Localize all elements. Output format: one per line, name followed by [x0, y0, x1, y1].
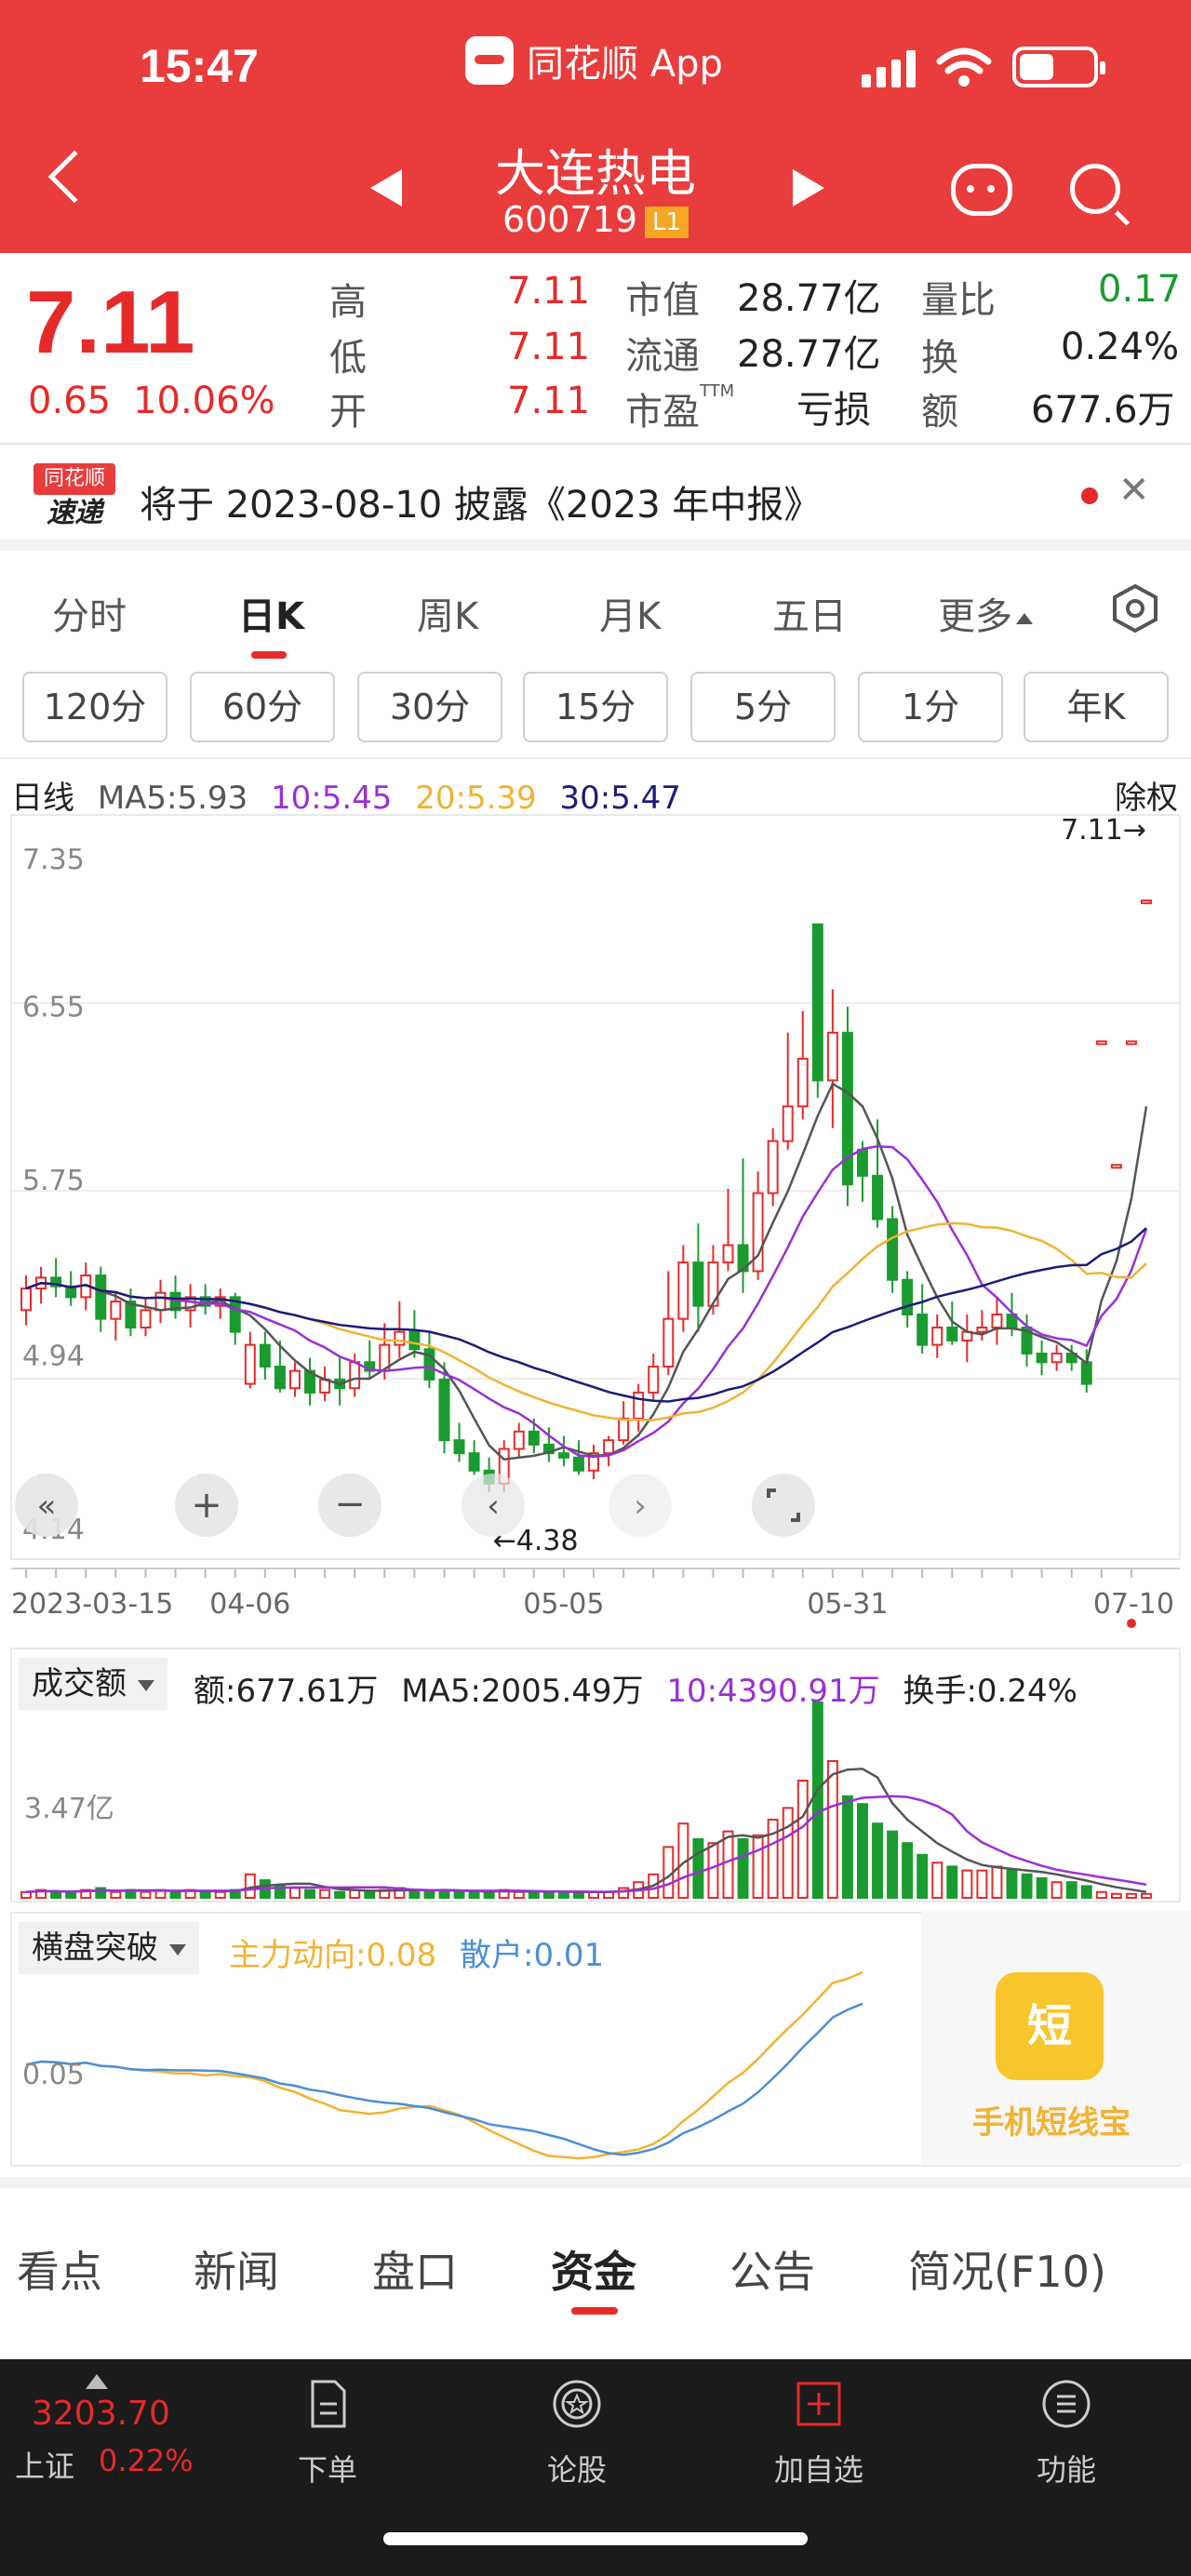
- svg-text:«: «: [37, 1488, 57, 1525]
- volume-turnover: 换手:0.24%: [903, 1673, 1077, 1710]
- volume-ma10: 10:4390.91万: [666, 1673, 880, 1710]
- scroll-left-button[interactable]: ‹: [462, 1474, 525, 1537]
- indicator-legend: 主力动向:0.08 散户:0.01: [229, 1929, 617, 1975]
- short-line-promo[interactable]: 短 手机短线宝: [921, 1911, 1191, 2164]
- zoom-out-button[interactable]: −: [318, 1474, 381, 1537]
- scroll-right-button[interactable]: ›: [609, 1474, 672, 1537]
- volume-legend: 额:677.61万 MA5:2005.49万 10:4390.91万 换手:0.…: [194, 1665, 1091, 1711]
- active-tab-indicator: [571, 2307, 618, 2315]
- indicator-dropdown[interactable]: 横盘突破: [19, 1922, 199, 1974]
- nav-discuss[interactable]: 论股: [502, 2378, 651, 2489]
- main-force-value: 主力动向:0.08: [229, 1937, 437, 1974]
- nav-label: 论股: [546, 2452, 607, 2488]
- tab-news[interactable]: 新闻: [194, 2238, 279, 2300]
- tab-funds[interactable]: 资金: [551, 2238, 636, 2300]
- tab-f10[interactable]: 简况(F10): [908, 2238, 1106, 2300]
- nav-functions[interactable]: 功能: [992, 2378, 1141, 2489]
- retail-value: 散户:0.01: [459, 1937, 605, 1974]
- index-up-icon: [86, 2374, 108, 2389]
- dropdown-caret-icon: [138, 1679, 154, 1691]
- volume-amount: 额:677.61万: [194, 1673, 379, 1710]
- home-indicator: [383, 2532, 808, 2545]
- scroll-left-fast-button[interactable]: «: [15, 1474, 78, 1537]
- svg-text:‹: ‹: [487, 1488, 500, 1525]
- index-name: 上证: [15, 2449, 75, 2484]
- nav-label: 加自选: [773, 2452, 863, 2488]
- index-percent: 0.22%: [99, 2443, 194, 2478]
- fullscreen-button[interactable]: [752, 1474, 815, 1537]
- promo-text: 手机短线宝: [972, 2104, 1131, 2142]
- order-document-icon: [311, 2380, 346, 2428]
- add-plus-icon: [796, 2382, 841, 2426]
- content-tabs: 看点 新闻 盘口 资金 公告 简况(F10): [0, 2177, 1191, 2354]
- dropdown-caret-icon: [169, 1943, 186, 1955]
- menu-circle-icon: [1042, 2380, 1091, 2428]
- volume-indicator-dropdown[interactable]: 成交额: [19, 1658, 167, 1710]
- tab-order-book[interactable]: 盘口: [372, 2238, 458, 2300]
- index-value[interactable]: 3203.70: [32, 2395, 170, 2433]
- tab-announcements[interactable]: 公告: [729, 2238, 815, 2300]
- nav-place-order[interactable]: 下单: [253, 2378, 402, 2489]
- nav-label: 功能: [1036, 2452, 1096, 2488]
- star-chat-icon: [553, 2380, 601, 2428]
- svg-text:+: +: [191, 1484, 222, 1527]
- tab-highlights[interactable]: 看点: [17, 2238, 102, 2300]
- svg-text:›: ›: [634, 1488, 647, 1525]
- zoom-in-button[interactable]: +: [175, 1474, 238, 1537]
- short-line-icon: 短: [996, 1972, 1104, 2080]
- svg-text:−: −: [334, 1483, 366, 1526]
- nav-label: 下单: [297, 2452, 357, 2488]
- volume-ma5: MA5:2005.49万: [401, 1673, 644, 1710]
- nav-add-watchlist[interactable]: 加自选: [744, 2378, 893, 2489]
